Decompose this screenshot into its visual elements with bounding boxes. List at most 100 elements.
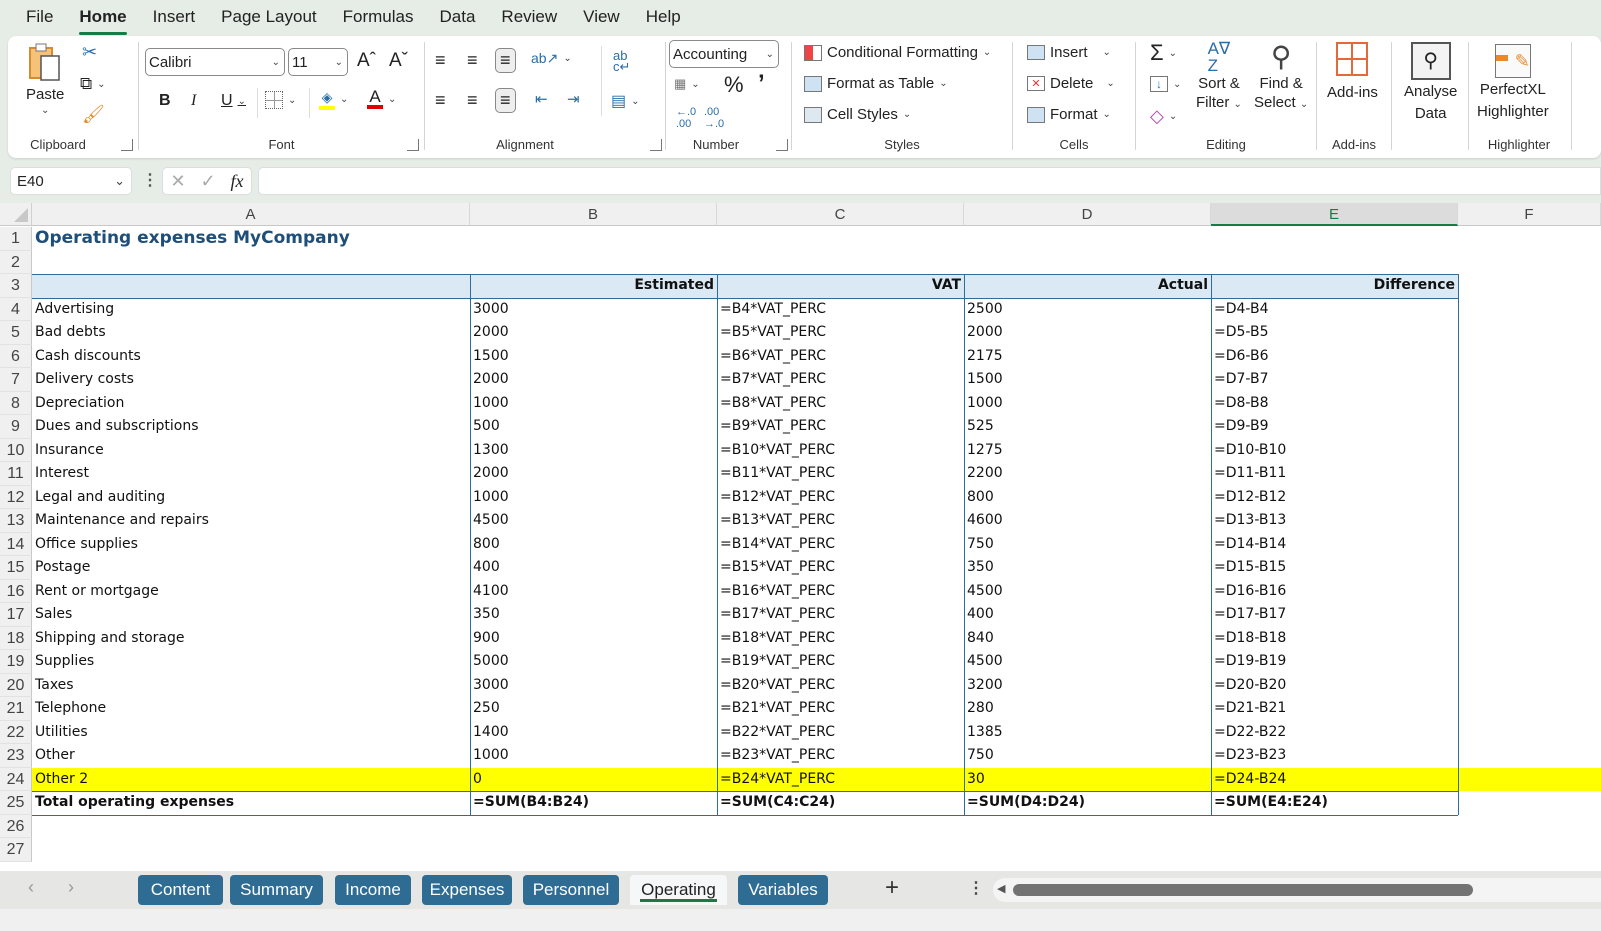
table-cell[interactable]: 1300 [470, 439, 717, 463]
table-cell[interactable]: =B18*VAT_PERC [717, 627, 964, 651]
sheet-title[interactable]: Operating expenses MyCompany [32, 227, 532, 251]
table-cell[interactable]: Bad debts [32, 321, 470, 345]
row-header[interactable]: 2 [0, 250, 32, 274]
table-cell[interactable]: =B20*VAT_PERC [717, 674, 964, 698]
table-cell[interactable]: =D10-B10 [1211, 439, 1458, 463]
table-cell[interactable]: 1000 [470, 392, 717, 416]
enter-icon[interactable]: ✓ [201, 171, 216, 192]
column-header-b[interactable]: B [470, 203, 717, 226]
row-header[interactable]: 7 [0, 368, 32, 392]
menu-insert[interactable]: Insert [153, 5, 196, 29]
format-cells-button[interactable]: Format ⌄ [1027, 106, 1111, 123]
row-header[interactable]: 24 [0, 767, 32, 791]
menu-file[interactable]: File [26, 5, 53, 29]
table-cell[interactable]: 4500 [964, 580, 1211, 604]
menu-data[interactable]: Data [440, 5, 476, 29]
table-cell[interactable]: 1500 [964, 368, 1211, 392]
table-cell[interactable]: Office supplies [32, 533, 470, 557]
table-cell[interactable]: 1385 [964, 721, 1211, 745]
row-header[interactable]: 6 [0, 344, 32, 368]
table-cell[interactable]: Shipping and storage [32, 627, 470, 651]
align-top-button[interactable]: ≡ [435, 50, 446, 71]
row-header[interactable]: 1 [0, 227, 32, 251]
table-cell[interactable]: 1000 [470, 744, 717, 768]
table-cell[interactable]: 1400 [470, 721, 717, 745]
fill-button[interactable]: ↓ ⌄ [1150, 76, 1181, 92]
row-header[interactable]: 25 [0, 791, 32, 815]
row-header[interactable]: 17 [0, 603, 32, 627]
cell-styles-button[interactable]: Cell Styles ⌄ [804, 106, 911, 123]
table-cell[interactable]: 525 [964, 415, 1211, 439]
table-cell[interactable]: =D23-B23 [1211, 744, 1458, 768]
table-cell[interactable]: Supplies [32, 650, 470, 674]
table-cell[interactable]: =B13*VAT_PERC [717, 509, 964, 533]
table-cell[interactable]: 4600 [964, 509, 1211, 533]
table-cell[interactable]: 30 [964, 768, 1211, 792]
addins-button[interactable]: Add-ins [1327, 42, 1378, 101]
formula-input[interactable] [258, 167, 1601, 195]
column-label[interactable]: VAT [717, 274, 964, 298]
table-cell[interactable]: =D21-B21 [1211, 697, 1458, 721]
table-cell[interactable]: =B6*VAT_PERC [717, 345, 964, 369]
table-cell[interactable]: 2175 [964, 345, 1211, 369]
table-cell[interactable]: Taxes [32, 674, 470, 698]
menu-home[interactable]: Home [79, 5, 127, 35]
row-header[interactable]: 5 [0, 321, 32, 345]
copy-button[interactable]: ⧉ ⌄ [80, 74, 106, 94]
analyse-data-button[interactable]: ⚲ Analyse Data [1404, 42, 1457, 124]
sheet-tab-content[interactable]: Content [138, 875, 223, 905]
total-cell[interactable]: =SUM(C4:C24) [717, 791, 964, 815]
sort-filter-button[interactable]: A∇ Z Sort & Filter ⌄ [1196, 40, 1242, 114]
row-header[interactable]: 23 [0, 744, 32, 768]
add-sheet-button[interactable]: + [885, 874, 899, 902]
table-cell[interactable]: 1000 [470, 486, 717, 510]
sheet-tab-variables[interactable]: Variables [738, 875, 828, 905]
table-cell[interactable]: 750 [964, 533, 1211, 557]
table-cell[interactable]: =D13-B13 [1211, 509, 1458, 533]
table-cell[interactable]: =B15*VAT_PERC [717, 556, 964, 580]
column-label[interactable] [32, 274, 470, 298]
font-name-dropdown[interactable]: Calibri ⌄ [145, 48, 285, 76]
align-bottom-button[interactable]: ≡ [495, 48, 516, 73]
underline-button[interactable]: U ⌄ [221, 92, 246, 110]
find-select-button[interactable]: ⚲ Find & Select ⌄ [1254, 40, 1308, 114]
increase-indent-button[interactable]: ⇥ [567, 90, 580, 108]
table-cell[interactable]: Cash discounts [32, 345, 470, 369]
align-middle-button[interactable]: ≡ [467, 50, 478, 71]
table-cell[interactable]: 3000 [470, 674, 717, 698]
row-header[interactable]: 18 [0, 626, 32, 650]
sheet-tab-personnel[interactable]: Personnel [523, 875, 619, 905]
row-header[interactable]: 15 [0, 556, 32, 580]
row-header[interactable]: 27 [0, 838, 32, 862]
table-cell[interactable]: =B16*VAT_PERC [717, 580, 964, 604]
horizontal-scrollbar[interactable]: ◀ [993, 878, 1601, 902]
scroll-left-icon[interactable]: ◀ [997, 882, 1005, 895]
row-header[interactable]: 10 [0, 438, 32, 462]
sheet-tab-summary[interactable]: Summary [230, 875, 323, 905]
row-header[interactable]: 26 [0, 814, 32, 838]
total-cell[interactable]: =SUM(E4:E24) [1211, 791, 1458, 815]
table-cell[interactable]: =B8*VAT_PERC [717, 392, 964, 416]
menu-formulas[interactable]: Formulas [343, 5, 414, 29]
table-cell[interactable]: =B7*VAT_PERC [717, 368, 964, 392]
menu-help[interactable]: Help [646, 5, 681, 29]
table-cell[interactable]: 0 [470, 768, 717, 792]
table-cell[interactable]: 4500 [470, 509, 717, 533]
decrease-indent-button[interactable]: ⇤ [535, 90, 548, 108]
accounting-format-button[interactable]: ▦ ⌄ [674, 76, 700, 92]
table-cell[interactable]: =B4*VAT_PERC [717, 298, 964, 322]
insert-function-icon[interactable]: fx [231, 171, 244, 192]
delete-cells-button[interactable]: ✕ Delete ⌄ [1027, 75, 1115, 92]
table-cell[interactable]: =B17*VAT_PERC [717, 603, 964, 627]
autosum-button[interactable]: Σ ⌄ [1150, 40, 1177, 66]
sheet-tab-expenses[interactable]: Expenses [422, 875, 512, 905]
table-cell[interactable]: 4500 [964, 650, 1211, 674]
dialog-launcher-icon[interactable] [650, 139, 662, 151]
table-cell[interactable]: =B23*VAT_PERC [717, 744, 964, 768]
more-options-icon[interactable]: ⋮ [142, 170, 158, 190]
total-cell[interactable]: =SUM(D4:D24) [964, 791, 1211, 815]
table-cell[interactable]: 1000 [964, 392, 1211, 416]
table-cell[interactable]: Telephone [32, 697, 470, 721]
table-cell[interactable]: =D24-B24 [1211, 768, 1458, 792]
table-cell[interactable]: 2000 [964, 321, 1211, 345]
